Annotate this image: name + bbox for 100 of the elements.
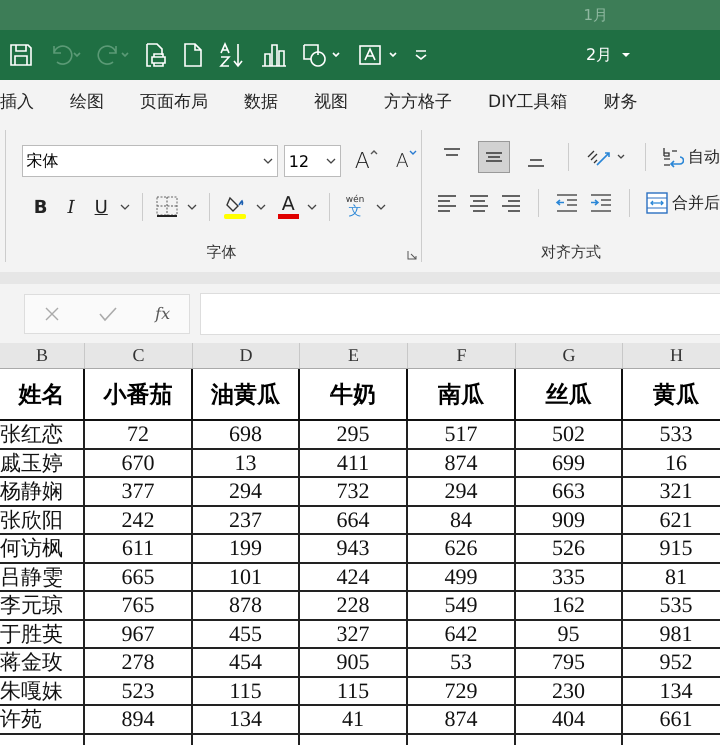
italic-button[interactable]: I — [63, 196, 79, 218]
align-left-icon[interactable] — [436, 193, 458, 213]
ribbon-tab[interactable]: 插入 — [0, 90, 34, 112]
table-cell: 杨静娴 — [0, 478, 85, 504]
table-cell: 642 — [408, 620, 516, 647]
table-cell: 981 — [623, 620, 720, 647]
column-header[interactable]: C — [85, 343, 193, 368]
table-cell: 517 — [408, 421, 516, 448]
wrap-text-icon[interactable] — [662, 145, 684, 169]
ribbon-tab[interactable]: 数据 — [244, 90, 278, 112]
caret-icon[interactable] — [306, 203, 317, 211]
table-cell: 72 — [85, 421, 193, 448]
group-label: 对齐方式 — [540, 243, 601, 262]
fill-color-icon[interactable] — [222, 194, 248, 220]
lines-icon — [528, 159, 544, 167]
borders-icon[interactable] — [154, 195, 179, 219]
column-header[interactable]: G — [516, 343, 623, 368]
table-cell: 533 — [623, 421, 720, 448]
table-cell: 626 — [408, 535, 516, 562]
underline-button[interactable]: U — [90, 196, 112, 218]
column-header[interactable]: E — [300, 343, 408, 368]
caret-icon — [262, 157, 273, 165]
table-cell: 377 — [85, 478, 193, 504]
table-cell: 952 — [623, 649, 720, 676]
font-size-dropdown[interactable]: 12 — [284, 145, 341, 177]
chart-icon[interactable] — [260, 42, 288, 68]
table-cell: 228 — [300, 592, 408, 618]
table-cell: 909 — [516, 506, 623, 533]
decrease-indent-icon[interactable] — [554, 193, 579, 213]
table-cell: 许苑 — [0, 706, 85, 732]
header-cell: 姓名 — [0, 369, 85, 419]
table-cell: 499 — [408, 564, 516, 590]
caret-icon[interactable] — [120, 203, 130, 211]
table-cell: 502 — [516, 421, 623, 448]
table-cell: 411 — [300, 450, 408, 476]
textbox-icon[interactable] — [356, 42, 398, 68]
header-cell: 油黄瓜 — [193, 369, 300, 419]
grow-font-button[interactable]: A — [350, 148, 382, 174]
caret-icon[interactable] — [256, 203, 266, 211]
table-cell: 424 — [300, 564, 408, 590]
caret-up-icon — [370, 148, 378, 154]
insert-function-button[interactable]: fx — [155, 304, 170, 323]
align-center-icon[interactable] — [468, 193, 490, 213]
ribbon-tab[interactable]: 财务 — [604, 90, 638, 112]
table-cell: 张欣阳 — [0, 506, 85, 533]
table-cell: 729 — [408, 678, 516, 704]
font-color-button[interactable]: A — [278, 195, 299, 219]
caret-icon — [326, 157, 336, 165]
shrink-font-button[interactable]: A — [392, 150, 421, 172]
new-icon[interactable] — [182, 42, 204, 68]
caret-icon[interactable] — [186, 203, 197, 211]
middle-align-button[interactable] — [478, 141, 510, 173]
phonetic-button[interactable]: wén 文 — [342, 196, 368, 218]
shapes-icon[interactable] — [302, 42, 342, 68]
formula-input[interactable] — [200, 292, 720, 334]
font-name-dropdown[interactable]: 宋体 — [22, 145, 278, 177]
lines-icon — [486, 152, 502, 162]
caret-icon[interactable] — [376, 203, 386, 211]
column-header[interactable]: H — [623, 343, 720, 368]
table-cell: 670 — [85, 450, 193, 476]
column-header[interactable]: F — [408, 343, 516, 368]
table-cell: 665 — [85, 564, 193, 590]
save-icon[interactable] — [8, 42, 34, 68]
ribbon-tab[interactable]: 方方格子 — [384, 90, 452, 112]
merge-cells-icon[interactable] — [646, 192, 668, 214]
month-dropdown[interactable]: 2月 — [586, 44, 632, 66]
ribbon-tab[interactable]: 页面布局 — [140, 90, 208, 112]
ribbon-tab[interactable]: 视图 — [314, 90, 348, 112]
dialog-launcher-icon[interactable] — [406, 250, 417, 260]
table-cell: 294 — [193, 478, 300, 504]
table-cell: 朱嘎妹 — [0, 678, 85, 704]
table-cell: 523 — [85, 678, 193, 704]
bold-button[interactable]: B — [30, 196, 52, 218]
wrap-text-button[interactable]: 自动 — [688, 146, 720, 168]
table-cell: 199 — [193, 535, 300, 562]
table-cell: 663 — [516, 478, 623, 504]
table-cell: 698 — [193, 421, 300, 448]
table-cell: 84 — [408, 506, 516, 533]
group-label: 字体 — [206, 243, 236, 262]
align-right-icon[interactable] — [500, 193, 522, 213]
table-cell: 943 — [300, 535, 408, 562]
table-cell: 张红恋 — [0, 421, 85, 448]
column-header[interactable]: B — [0, 343, 85, 368]
header-cell: 丝瓜 — [516, 369, 623, 419]
column-header[interactable]: D — [193, 343, 300, 368]
table-cell: 327 — [300, 620, 408, 647]
table-cell: 549 — [408, 592, 516, 618]
ribbon-tab[interactable]: 绘图 — [70, 90, 104, 112]
merge-button[interactable]: 合并后 — [672, 192, 720, 214]
table-cell: 134 — [623, 678, 720, 704]
increase-indent-icon[interactable] — [588, 193, 613, 213]
table-cell: 于胜英 — [0, 620, 85, 647]
table-cell: 732 — [300, 478, 408, 504]
caret-icon — [620, 51, 632, 59]
print-icon[interactable] — [144, 42, 168, 68]
table-cell: 455 — [193, 620, 300, 647]
table-cell: 321 — [623, 478, 720, 504]
lines-icon — [444, 148, 460, 156]
month-label: 1月 — [583, 6, 608, 24]
ribbon-tab[interactable]: DIY工具箱 — [488, 90, 568, 112]
